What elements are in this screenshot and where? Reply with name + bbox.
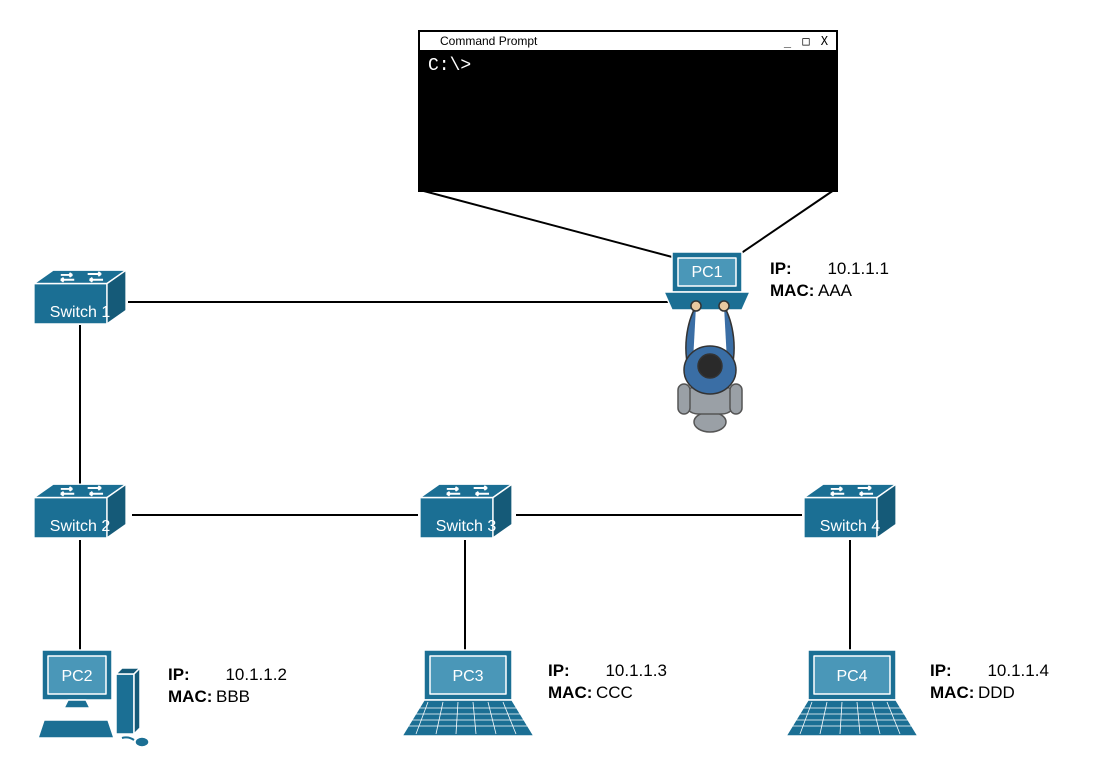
switch-1-label: Switch 1	[50, 304, 110, 322]
pc4-ip-value: 10.1.1.4	[987, 661, 1048, 680]
pc1-label: PC1	[662, 264, 752, 282]
pc3-mac-key: MAC:	[548, 682, 596, 704]
pc2-info: IP: 10.1.1.2 MAC:BBB	[168, 664, 287, 708]
window-controls[interactable]: _ □ X	[784, 34, 836, 48]
pc1-ip-key: IP:	[770, 258, 818, 280]
user-icon	[660, 300, 760, 440]
pc1-mac-value: AAA	[818, 281, 852, 300]
pc2-label: PC2	[48, 668, 106, 686]
pc4-mac-key: MAC:	[930, 682, 978, 704]
pc4-label: PC4	[808, 668, 896, 686]
pc3: PC3	[398, 646, 538, 746]
pc2-ip-key: IP:	[168, 664, 216, 686]
switch-3: Switch 3	[418, 482, 514, 542]
switch-2: Switch 2	[32, 482, 128, 542]
command-prompt-body[interactable]: C:\>	[420, 52, 836, 190]
pc3-label: PC3	[424, 668, 512, 686]
command-prompt-window: Command Prompt _ □ X C:\>	[418, 30, 838, 192]
pc2-mac-key: MAC:	[168, 686, 216, 708]
pc2-ip-value: 10.1.1.2	[225, 665, 286, 684]
pc3-ip-key: IP:	[548, 660, 596, 682]
pc2: PC2	[34, 646, 154, 756]
pc1-info: IP: 10.1.1.1 MAC:AAA	[770, 258, 889, 302]
pc1-ip-value: 10.1.1.1	[827, 259, 888, 278]
network-diagram: Command Prompt _ □ X C:\> Switch 1	[0, 0, 1101, 778]
pc4-info: IP: 10.1.1.4 MAC:DDD	[930, 660, 1049, 704]
switch-1: Switch 1	[32, 268, 128, 328]
switch-2-label: Switch 2	[50, 518, 110, 536]
pc3-ip-value: 10.1.1.3	[605, 661, 666, 680]
switch-4-label: Switch 4	[820, 518, 880, 536]
switch-4: Switch 4	[802, 482, 898, 542]
pc4-ip-key: IP:	[930, 660, 978, 682]
command-prompt-title: Command Prompt	[420, 34, 784, 48]
switch-3-label: Switch 3	[436, 518, 496, 536]
pc3-mac-value: CCC	[596, 683, 633, 702]
pc4: PC4	[782, 646, 922, 746]
pc1-mac-key: MAC:	[770, 280, 818, 302]
pc4-mac-value: DDD	[978, 683, 1015, 702]
command-prompt-text: C:\>	[428, 56, 471, 76]
command-prompt-titlebar: Command Prompt _ □ X	[420, 32, 836, 52]
pc2-mac-value: BBB	[216, 687, 250, 706]
pc3-info: IP: 10.1.1.3 MAC:CCC	[548, 660, 667, 704]
